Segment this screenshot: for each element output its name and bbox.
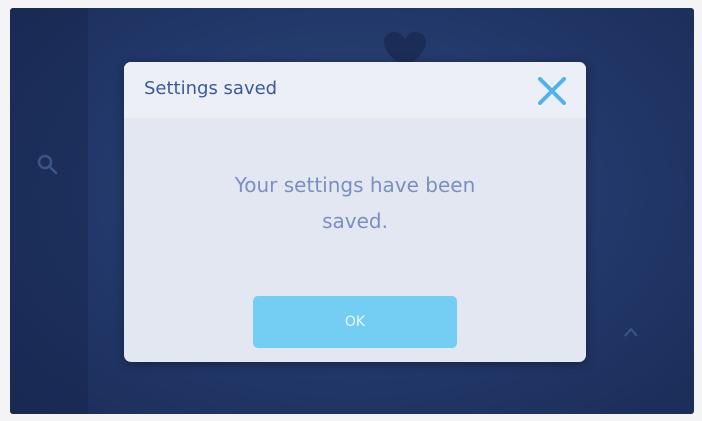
dialog-message-line-2: saved. <box>322 209 388 233</box>
ok-button[interactable]: OK <box>253 296 457 348</box>
dialog-message-line-1: Your settings have been <box>234 173 476 197</box>
dialog-header: Settings saved <box>124 62 586 118</box>
dialog-title: Settings saved <box>144 78 278 99</box>
close-icon[interactable] <box>534 74 570 108</box>
search-icon <box>37 154 58 175</box>
background-sidebar <box>10 8 88 414</box>
dialog-message: Your settings have been saved. <box>164 167 546 239</box>
chevron-icon <box>624 327 638 337</box>
settings-saved-dialog: Settings saved Your settings have been s… <box>124 62 586 362</box>
device-frame: Settings saved Your settings have been s… <box>0 0 702 421</box>
